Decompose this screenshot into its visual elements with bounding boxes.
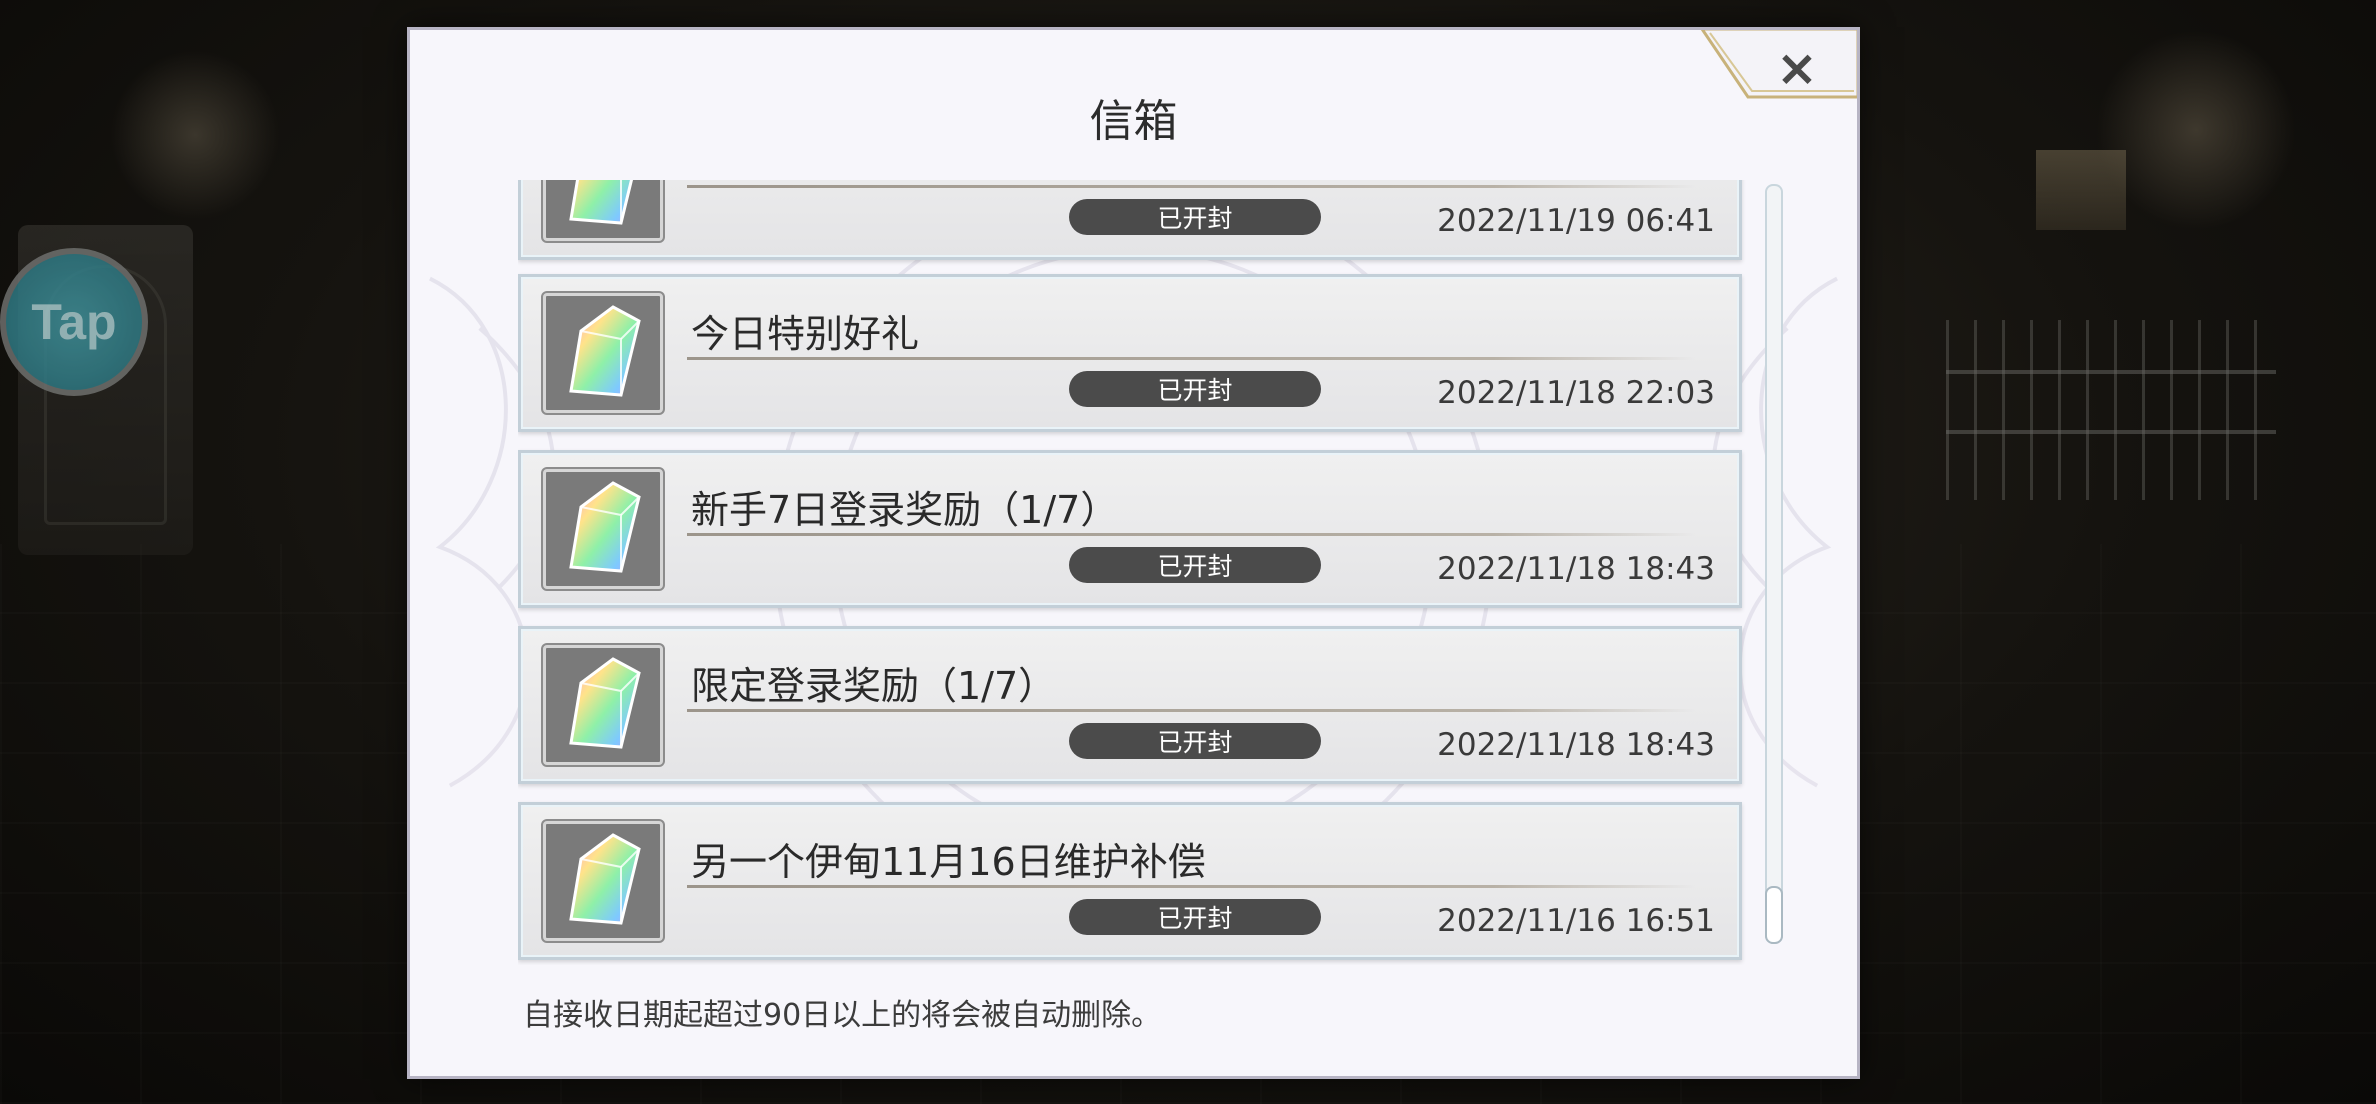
- auto-delete-notice: 自接收日期起超过90日以上的将会被自动删除。: [523, 998, 1162, 1033]
- mail-item-title: 新手7日登录奖励（1/7）: [691, 488, 1119, 532]
- mail-item-icon-frame: [543, 180, 663, 241]
- mail-item-date: 2022/11/18 18:43: [1437, 551, 1715, 587]
- status-badge: 已开封: [1069, 723, 1321, 759]
- mail-item-icon-frame: [543, 469, 663, 589]
- background-lamp-right: [2096, 30, 2296, 230]
- status-badge: 已开封: [1069, 547, 1321, 583]
- mail-item[interactable]: 新手7日登录奖励（1/7） 已开封 2022/11/18 18:43: [518, 450, 1742, 608]
- mail-item-date: 2022/11/18 18:43: [1437, 727, 1715, 763]
- tap-button[interactable]: Tap: [0, 248, 148, 396]
- mail-item-divider: [687, 185, 1695, 188]
- mail-item-icon-frame: [543, 645, 663, 765]
- rainbow-crystal-icon: [569, 481, 641, 573]
- mail-item-divider: [687, 709, 1695, 712]
- mail-list[interactable]: 已开封 2022/11/19 06:41 今日特别好礼 已开封 2022/11/…: [518, 180, 1756, 965]
- background-lamp-left: [110, 50, 280, 220]
- mail-item-icon-frame: [543, 293, 663, 413]
- mail-item-divider: [687, 885, 1695, 888]
- mail-item-divider: [687, 533, 1695, 536]
- mail-item-date: 2022/11/18 22:03: [1437, 375, 1715, 411]
- mail-item-divider: [687, 357, 1695, 360]
- mail-item-title: 今日特别好礼: [691, 312, 920, 356]
- status-badge: 已开封: [1069, 371, 1321, 407]
- background-window: [2036, 150, 2126, 230]
- mail-item[interactable]: 限定登录奖励（1/7） 已开封 2022/11/18 18:43: [518, 626, 1742, 784]
- mail-item-title: 限定登录奖励（1/7）: [691, 664, 1057, 708]
- status-badge: 已开封: [1069, 899, 1321, 935]
- mail-item[interactable]: 今日特别好礼 已开封 2022/11/18 22:03: [518, 274, 1742, 432]
- tap-button-label: Tap: [31, 294, 117, 350]
- rainbow-crystal-icon: [569, 833, 641, 925]
- mail-item[interactable]: 另一个伊甸11月16日维护补偿 已开封 2022/11/16 16:51: [518, 802, 1742, 960]
- mail-item-date: 2022/11/19 06:41: [1437, 203, 1715, 239]
- rainbow-crystal-icon: [569, 180, 634, 225]
- status-badge: 已开封: [1069, 199, 1321, 235]
- rainbow-crystal-icon: [569, 305, 641, 397]
- mailbox-dialog: 信箱 × 已开封 2022/11/19 06:41 今日特别好礼 已开封 202…: [407, 27, 1860, 1079]
- mail-item-title: 另一个伊甸11月16日维护补偿: [691, 840, 1206, 884]
- background-fence: [1946, 320, 2276, 500]
- scrollbar-track[interactable]: [1765, 184, 1783, 944]
- rainbow-crystal-icon: [569, 657, 641, 749]
- mail-item-date: 2022/11/16 16:51: [1437, 903, 1715, 939]
- scrollbar-thumb[interactable]: [1765, 886, 1783, 944]
- mail-item[interactable]: 已开封 2022/11/19 06:41: [518, 180, 1742, 260]
- close-icon[interactable]: ×: [1767, 39, 1827, 97]
- dialog-title: 信箱: [1089, 96, 1178, 147]
- mail-item-icon-frame: [543, 821, 663, 941]
